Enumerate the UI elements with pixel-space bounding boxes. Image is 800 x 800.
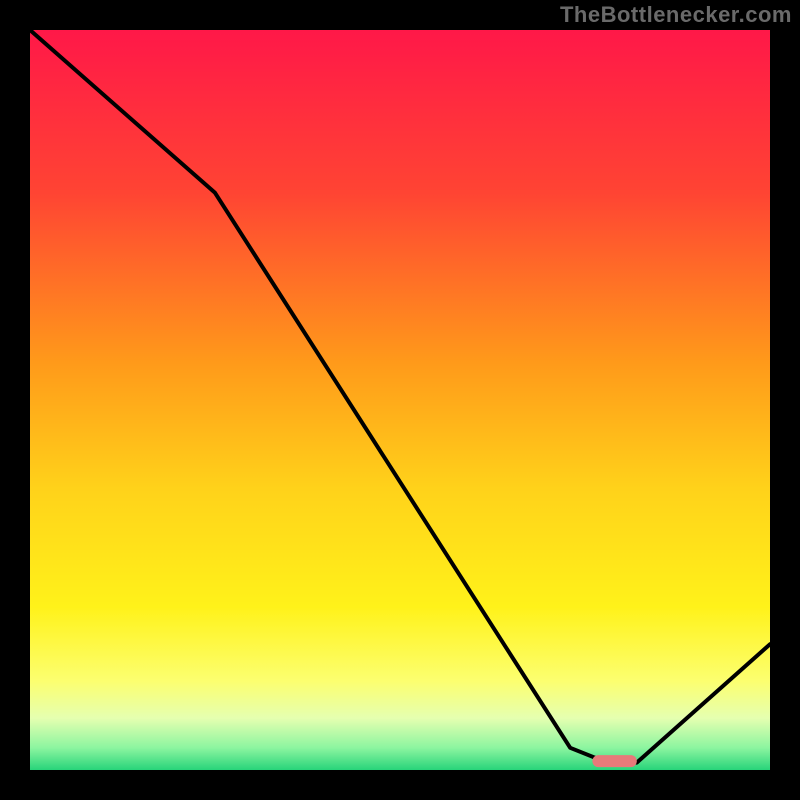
optimal-range-marker [592,755,636,767]
bottleneck-chart [0,0,800,800]
plot-background [30,30,770,770]
watermark-text: TheBottlenecker.com [560,2,792,28]
chart-frame: TheBottlenecker.com [0,0,800,800]
